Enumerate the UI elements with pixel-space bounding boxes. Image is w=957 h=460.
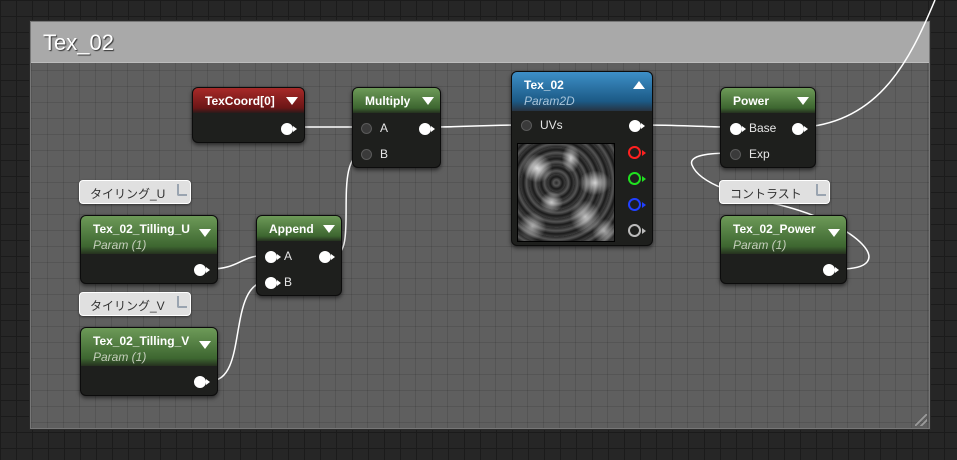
- node-header[interactable]: TexCoord[0]: [193, 88, 304, 113]
- pin-icon[interactable]: [816, 184, 826, 196]
- collapse-arrow-icon[interactable]: [286, 97, 298, 105]
- node-title: Tex_02: [524, 78, 564, 92]
- comment-bubble-tilling-v[interactable]: タイリング_V: [79, 292, 191, 316]
- input-pin-base[interactable]: [730, 123, 746, 135]
- pin-label-a: A: [380, 121, 389, 135]
- output-pin[interactable]: [194, 376, 210, 388]
- node-header[interactable]: Multiply: [353, 88, 440, 113]
- append-node[interactable]: Append A B: [256, 215, 342, 296]
- texcoord-node[interactable]: TexCoord[0]: [192, 87, 305, 143]
- node-header[interactable]: Tex_02_Tilling_V Param (1): [81, 328, 217, 366]
- node-header[interactable]: Tex_02 Param2D: [512, 72, 652, 111]
- comment-bubble-text: タイリング_V: [90, 299, 165, 313]
- collapse-arrow-icon[interactable]: [323, 225, 335, 233]
- node-header[interactable]: Append: [257, 216, 341, 241]
- pin-icon[interactable]: [177, 184, 187, 196]
- collapse-arrow-icon[interactable]: [199, 229, 211, 237]
- node-title: TexCoord[0]: [205, 94, 275, 108]
- node-title: Tex_02_Tilling_U: [93, 222, 190, 236]
- input-pin-a[interactable]: [265, 251, 281, 263]
- input-pin-exp[interactable]: [730, 149, 742, 161]
- resize-grip-icon[interactable]: [915, 414, 927, 426]
- node-header[interactable]: Tex_02_Tilling_U Param (1): [81, 216, 217, 254]
- comment-bubble-tilling-u[interactable]: タイリング_U: [79, 180, 191, 204]
- node-title: Append: [269, 222, 314, 236]
- output-pin-g[interactable]: [628, 172, 641, 185]
- pin-label-b: B: [284, 275, 293, 289]
- node-title: Tex_02_Power: [733, 222, 816, 236]
- node-subtitle: Param (1): [93, 238, 147, 252]
- comment-bubble-power[interactable]: コントラスト: [719, 180, 830, 204]
- tilling-v-node[interactable]: Tex_02_Tilling_V Param (1): [80, 327, 218, 396]
- pin-label-uvs: UVs: [540, 118, 563, 132]
- node-subtitle: Param2D: [524, 94, 575, 108]
- pin-label-b: B: [380, 147, 389, 161]
- tex02-power-node[interactable]: Tex_02_Power Param (1): [720, 215, 847, 284]
- output-pin[interactable]: [194, 264, 210, 276]
- pin-label-exp: Exp: [749, 147, 770, 161]
- node-title: Tex_02_Tilling_V: [93, 334, 190, 348]
- node-title: Power: [733, 94, 770, 108]
- output-pin-g-arrow: [642, 176, 646, 182]
- comment-header[interactable]: Tex_02: [31, 22, 929, 63]
- output-pin-b-arrow: [642, 202, 646, 208]
- node-header[interactable]: Tex_02_Power Param (1): [721, 216, 846, 254]
- comment-bubble-text: タイリング_U: [90, 187, 166, 201]
- output-pin[interactable]: [281, 123, 297, 135]
- input-pin-b[interactable]: [265, 277, 281, 289]
- tex02-node[interactable]: Tex_02 Param2D UVs: [511, 71, 653, 246]
- pin-icon[interactable]: [177, 296, 187, 308]
- node-subtitle: Param (1): [733, 238, 787, 252]
- output-pin-a[interactable]: [628, 224, 641, 237]
- comment-bubble-text: コントラスト: [730, 187, 802, 201]
- comment-title: Tex_02: [43, 30, 114, 55]
- output-pin[interactable]: [319, 251, 335, 263]
- node-subtitle: Param (1): [93, 350, 147, 364]
- collapse-arrow-icon[interactable]: [828, 229, 840, 237]
- texture-preview: [517, 143, 615, 242]
- output-pin-r[interactable]: [628, 146, 641, 159]
- tilling-u-node[interactable]: Tex_02_Tilling_U Param (1): [80, 215, 218, 284]
- input-pin-a[interactable]: [361, 123, 373, 135]
- output-pin-a-arrow: [642, 228, 646, 234]
- output-pin-r-arrow: [642, 150, 646, 156]
- output-pin[interactable]: [419, 123, 435, 135]
- node-title: Multiply: [365, 94, 411, 108]
- collapse-arrow-icon[interactable]: [633, 81, 645, 89]
- output-pin[interactable]: [823, 264, 839, 276]
- pin-label-a: A: [284, 249, 293, 263]
- output-pin-b[interactable]: [628, 198, 641, 211]
- output-pin-rgb[interactable]: [629, 120, 645, 132]
- input-pin-b[interactable]: [361, 149, 373, 161]
- output-pin[interactable]: [792, 123, 808, 135]
- collapse-arrow-icon[interactable]: [797, 97, 809, 105]
- pin-label-base: Base: [749, 121, 777, 135]
- power-node[interactable]: Power Base Exp: [720, 87, 816, 168]
- node-header[interactable]: Power: [721, 88, 815, 113]
- collapse-arrow-icon[interactable]: [422, 97, 434, 105]
- input-pin-uvs[interactable]: [521, 120, 533, 132]
- collapse-arrow-icon[interactable]: [199, 341, 211, 349]
- multiply-node[interactable]: Multiply A B: [352, 87, 441, 168]
